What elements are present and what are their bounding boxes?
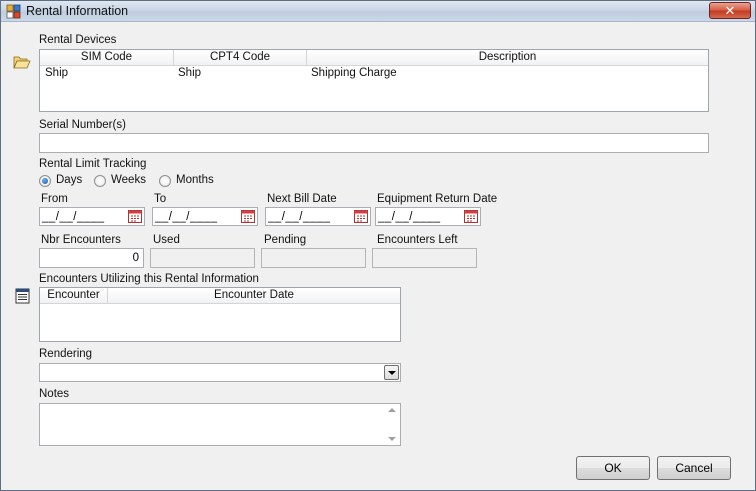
rental-devices-label: Rental Devices [39, 34, 117, 46]
to-date-input[interactable]: __/__/____ [152, 207, 258, 226]
notes-label: Notes [39, 388, 70, 400]
column-description[interactable]: Description [307, 50, 708, 66]
next-bill-date-input[interactable]: __/__/____ [265, 207, 371, 226]
calendar-icon[interactable] [354, 210, 368, 223]
radio-days[interactable] [39, 175, 51, 187]
nbr-encounters-input[interactable]: 0 [39, 248, 144, 268]
nbr-encounters-label: Nbr Encounters [41, 234, 121, 246]
radio-weeks[interactable] [94, 175, 106, 187]
rental-limit-tracking-label: Rental Limit Tracking [39, 158, 147, 170]
encounters-left-label: Encounters Left [377, 234, 458, 246]
title-bar[interactable]: Rental Information ✕ [1, 1, 755, 22]
calendar-icon[interactable] [241, 210, 255, 223]
column-encounter[interactable]: Encounter [40, 288, 108, 304]
next-bill-date-label: Next Bill Date [267, 193, 337, 205]
equipment-return-date-label: Equipment Return Date [377, 193, 498, 205]
rental-information-dialog: Rental Information ✕ Rental Devices SIM … [0, 0, 756, 491]
equipment-return-date-input[interactable]: __/__/____ [375, 207, 481, 226]
folder-open-icon[interactable] [13, 54, 31, 70]
pending-field [261, 248, 366, 268]
to-label: To [154, 193, 167, 205]
scroll-down-icon[interactable] [388, 437, 396, 441]
close-button[interactable]: ✕ [709, 2, 751, 19]
encounters-left-field [372, 248, 477, 268]
notes-scrollbar[interactable] [384, 404, 400, 445]
column-encounter-date[interactable]: Encounter Date [108, 288, 400, 304]
radio-days-label[interactable]: Days [56, 174, 82, 186]
used-field [150, 248, 255, 268]
used-label: Used [153, 234, 180, 246]
radio-weeks-label[interactable]: Weeks [111, 174, 146, 186]
ok-button[interactable]: OK [576, 456, 650, 480]
notes-textarea[interactable] [39, 403, 401, 446]
window-title: Rental Information [26, 4, 129, 18]
table-row[interactable]: Ship Ship Shipping Charge [40, 66, 708, 82]
from-date-input[interactable]: __/__/____ [39, 207, 145, 226]
rendering-label: Rendering [39, 348, 93, 360]
encounters-utilizing-list[interactable]: Encounter Encounter Date [39, 287, 401, 342]
cell-sim-code: Ship [45, 67, 69, 79]
radio-months-label[interactable]: Months [176, 174, 214, 186]
chevron-down-icon[interactable] [384, 365, 399, 380]
column-cpt4-code[interactable]: CPT4 Code [174, 50, 307, 66]
encounters-utilizing-label: Encounters Utilizing this Rental Informa… [39, 273, 259, 285]
pending-label: Pending [264, 234, 307, 246]
list-icon[interactable] [14, 288, 32, 304]
scroll-up-icon[interactable] [388, 408, 396, 412]
serial-numbers-label: Serial Number(s) [39, 119, 126, 131]
column-sim-code[interactable]: SIM Code [40, 50, 174, 66]
rental-devices-list[interactable]: SIM Code CPT4 Code Description Ship Ship… [39, 49, 709, 112]
from-label: From [41, 193, 68, 205]
close-icon: ✕ [724, 3, 736, 18]
cell-description: Shipping Charge [311, 67, 397, 79]
rental-devices-header: SIM Code CPT4 Code Description [40, 50, 708, 66]
encounters-utilizing-header: Encounter Encounter Date [40, 288, 400, 304]
rendering-select[interactable] [39, 363, 401, 382]
app-icon [6, 4, 21, 19]
serial-numbers-input[interactable] [39, 133, 709, 153]
cancel-button[interactable]: Cancel [657, 456, 731, 480]
calendar-icon[interactable] [464, 210, 478, 223]
cell-cpt4-code: Ship [178, 67, 202, 79]
radio-months[interactable] [159, 175, 171, 187]
calendar-icon[interactable] [128, 210, 142, 223]
